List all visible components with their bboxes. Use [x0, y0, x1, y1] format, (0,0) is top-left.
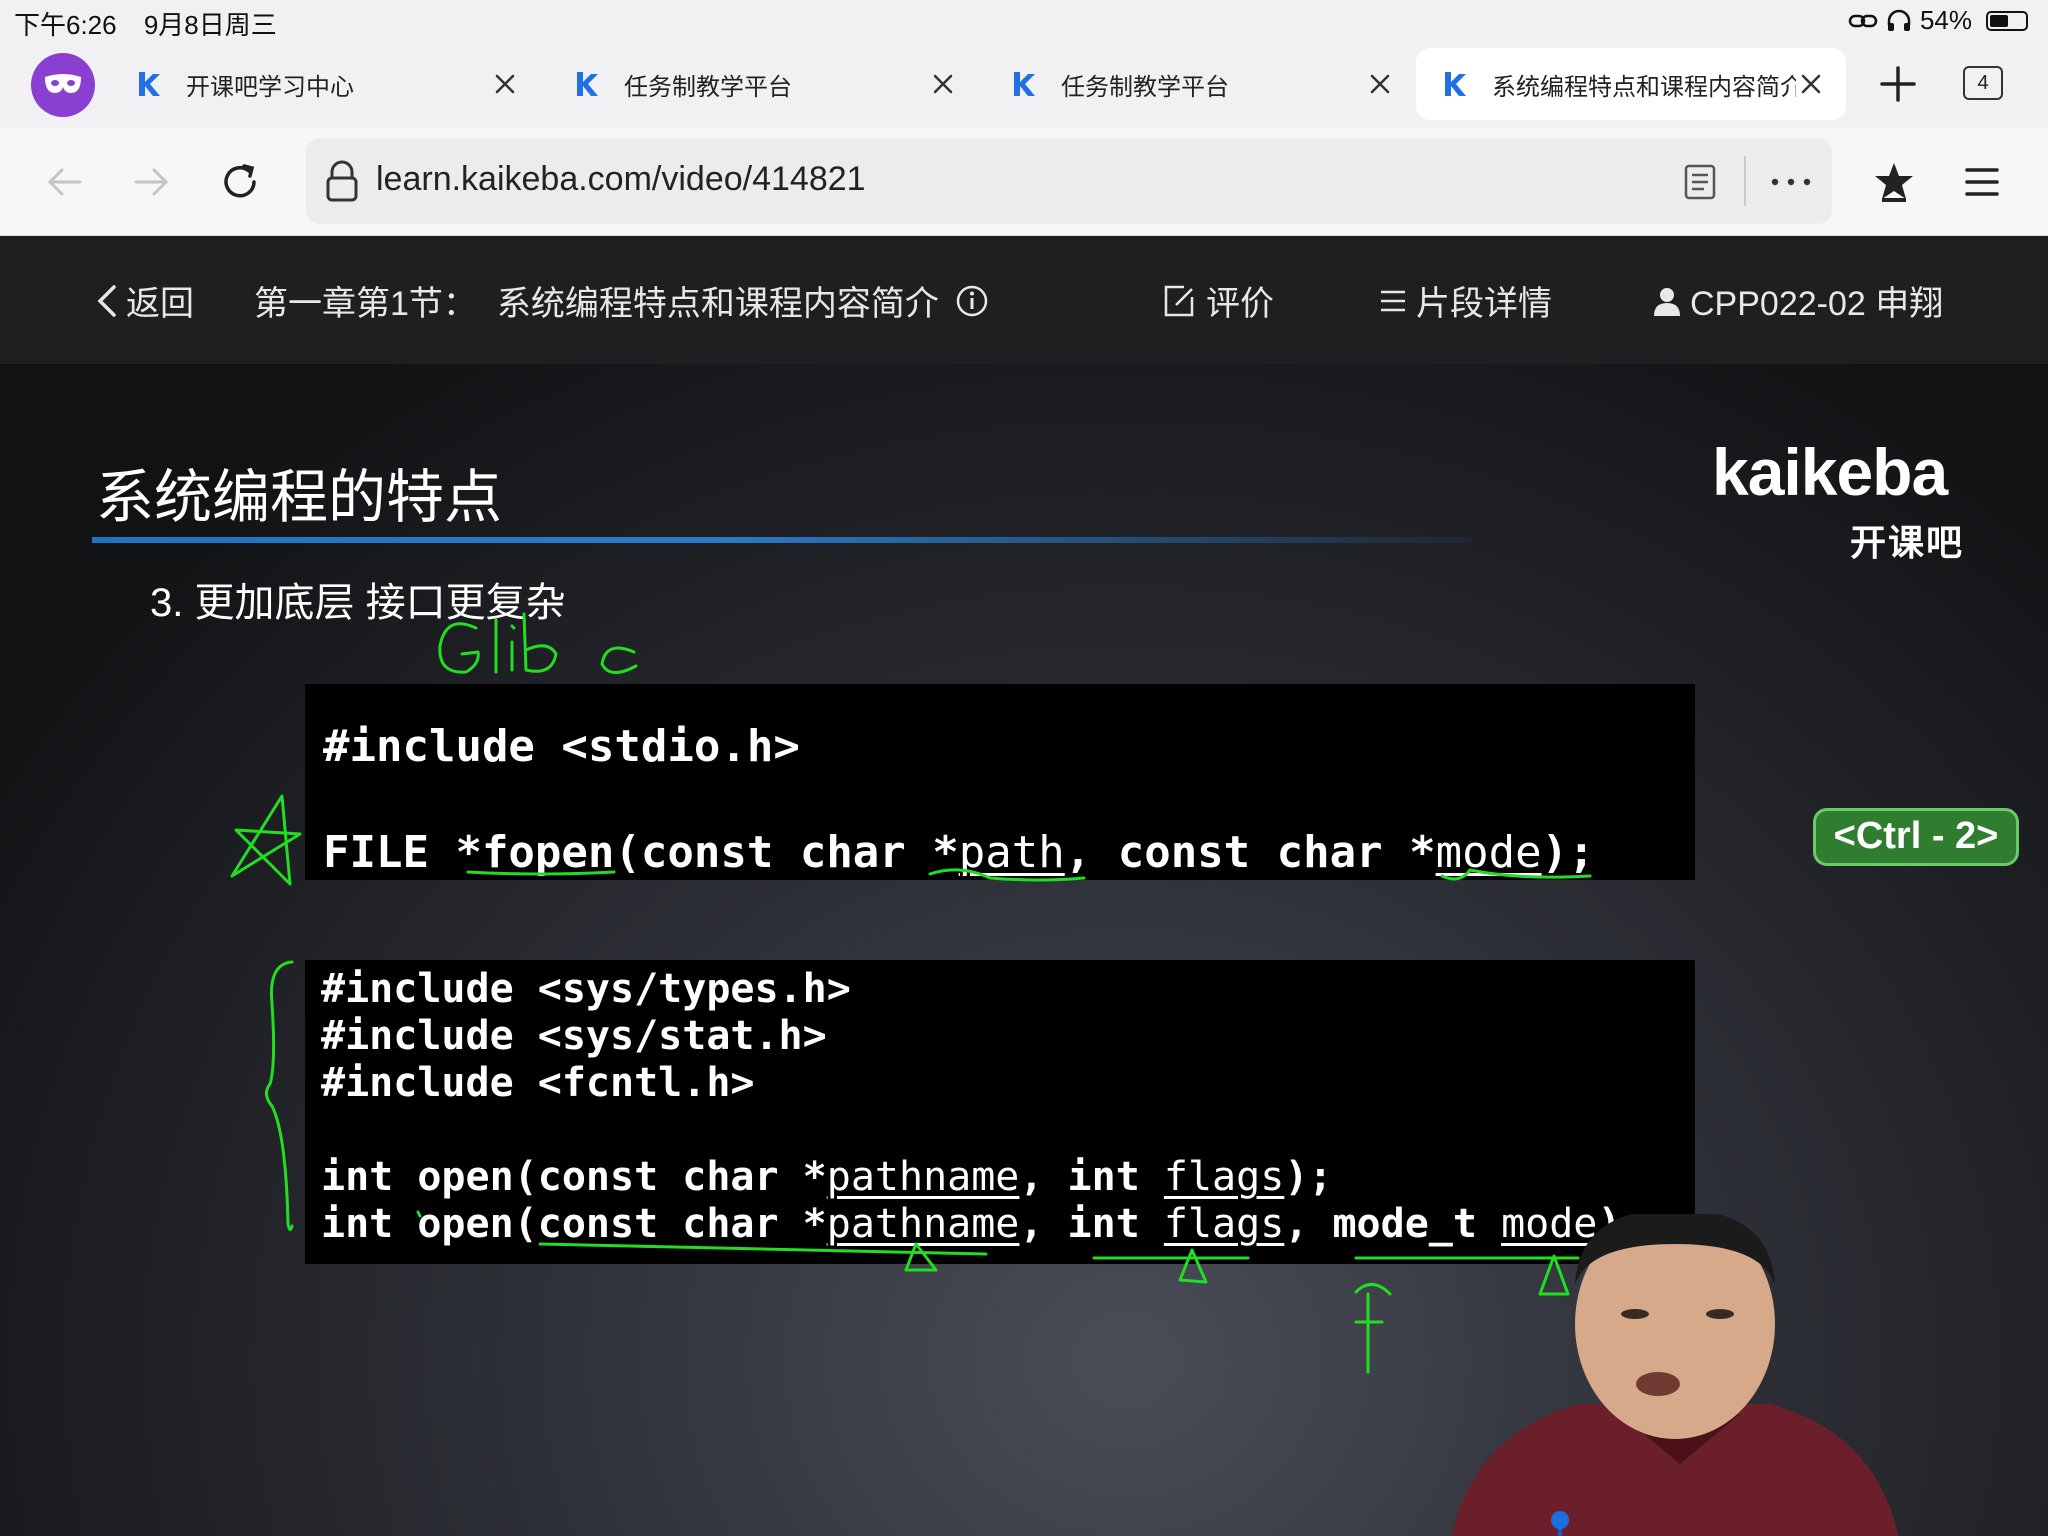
kaikeba-favicon-icon [1014, 72, 1035, 96]
info-icon[interactable] [955, 284, 989, 318]
private-mode-avatar[interactable] [31, 53, 95, 117]
segments-label: 片段详情 [1416, 285, 1552, 323]
list-icon [1381, 290, 1405, 311]
reload-icon[interactable] [218, 160, 262, 204]
kaikeba-favicon-icon [1445, 72, 1466, 96]
chevron-left-icon [97, 284, 116, 317]
tab-bar: 开课吧学习中心 任务制教学平台 任务制教学平台 系统编程特点和课程内容简介 4 [0, 40, 2048, 128]
mask-icon [45, 74, 81, 93]
tab-count-button[interactable]: 4 [1963, 66, 2003, 100]
user-label: CPP022-02 申翔 [1690, 285, 1944, 323]
more-options-icon[interactable] [1766, 160, 1816, 204]
close-icon [1801, 74, 1821, 94]
url-text[interactable]: learn.kaikeba.com/video/414821 [376, 160, 866, 199]
browser-tab[interactable]: 系统编程特点和课程内容简介 [1416, 48, 1846, 120]
forward-arrow-icon[interactable] [130, 160, 174, 204]
lesson-title-group: 第一章第1节： 系统编程特点和课程内容简介 [254, 276, 997, 325]
user-menu[interactable]: CPP022-02 申翔 [1652, 276, 1943, 325]
status-bar: 下午6:26 9月8日周三 54% [0, 0, 2048, 40]
hamburger-menu-icon[interactable] [1963, 162, 2001, 202]
tab-close-button[interactable] [490, 69, 520, 99]
tab-title: 任务制教学平台 [624, 73, 792, 101]
bookmarks-star-icon[interactable] [1872, 160, 1916, 204]
tab-title: 系统编程特点和课程内容简介 [1492, 73, 1796, 101]
headphones-icon [1887, 9, 1911, 31]
handwriting-annotations [230, 612, 1592, 1374]
back-arrow-icon[interactable] [42, 160, 86, 204]
battery-percent: 54% [1919, 5, 1972, 35]
kaikeba-favicon-icon [139, 72, 160, 96]
navigation-bar: learn.kaikeba.com/video/414821 [0, 128, 2048, 236]
lesson-prefix: 第一章第1节： [254, 285, 477, 323]
tab-close-button[interactable] [1365, 69, 1395, 99]
tab-title: 任务制教学平台 [1061, 73, 1229, 101]
browser-tab[interactable]: 开课吧学习中心 [110, 48, 540, 120]
browser-tab[interactable]: 任务制教学平台 [548, 48, 978, 120]
address-bar[interactable]: learn.kaikeba.com/video/414821 [306, 138, 1832, 224]
tab-close-button[interactable] [928, 69, 958, 99]
battery-icon [1986, 10, 2028, 31]
back-label: 返回 [126, 285, 194, 323]
review-label: 评价 [1206, 285, 1274, 323]
link-icon [1848, 14, 1878, 27]
new-tab-button[interactable] [1876, 62, 1920, 106]
course-page-header: 返回 第一章第1节： 系统编程特点和课程内容简介 评价 片段详情 CPP022-… [0, 236, 2048, 364]
segment-details-button[interactable]: 片段详情 [1378, 276, 1552, 325]
back-button[interactable]: 返回 [96, 276, 194, 325]
close-icon [495, 74, 515, 94]
review-button[interactable]: 评价 [1162, 276, 1274, 325]
kaikeba-favicon-icon [577, 72, 598, 96]
tab-title: 开课吧学习中心 [186, 73, 354, 101]
status-time: 下午6:26 [14, 10, 117, 40]
lock-icon [326, 160, 358, 202]
browser-tab[interactable]: 任务制教学平台 [985, 48, 1415, 120]
reader-mode-icon[interactable] [1678, 160, 1722, 204]
video-player[interactable]: 系统编程的特点 kaikeba 开课吧 3. 更加底层 接口更复杂 #inclu… [0, 364, 2048, 1536]
close-icon [933, 74, 953, 94]
close-icon [1370, 74, 1390, 94]
edit-icon [1164, 285, 1194, 316]
status-date: 9月8日周三 [143, 10, 277, 40]
user-icon [1654, 287, 1680, 316]
address-bar-divider [1744, 156, 1746, 206]
lesson-title: 系统编程特点和课程内容简介 [496, 285, 939, 323]
tab-close-button[interactable] [1796, 69, 1826, 99]
